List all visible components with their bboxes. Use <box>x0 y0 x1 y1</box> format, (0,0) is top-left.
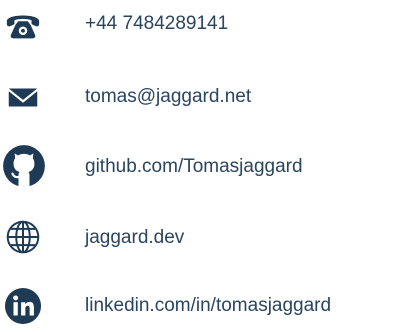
github-icon <box>2 144 46 188</box>
email-link[interactable]: tomas@jaggard.net <box>85 85 251 109</box>
contact-row-github: github.com/Tomasjaggard <box>0 142 395 192</box>
linkedin-icon <box>4 287 42 325</box>
contact-list: +44 7484289141 tomas@jaggard.net github.… <box>0 0 395 325</box>
phone-icon <box>4 7 42 45</box>
phone-link[interactable]: +44 7484289141 <box>85 12 228 36</box>
github-link[interactable]: github.com/Tomasjaggard <box>85 155 303 179</box>
contact-row-website: jaggard.dev <box>0 216 395 266</box>
contact-row-phone: +44 7484289141 <box>0 0 395 50</box>
envelope-icon <box>4 78 42 116</box>
website-link[interactable]: jaggard.dev <box>85 226 184 250</box>
globe-icon <box>5 219 41 255</box>
linkedin-link[interactable]: linkedin.com/in/tomasjaggard <box>85 294 331 318</box>
contact-row-email: tomas@jaggard.net <box>0 72 395 122</box>
